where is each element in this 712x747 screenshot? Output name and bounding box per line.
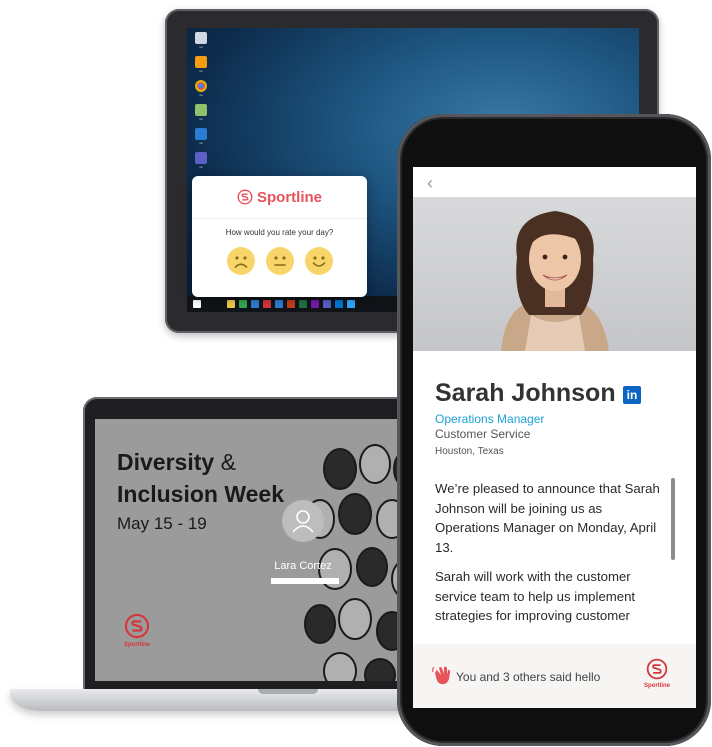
desktop-icon-edge[interactable]: ▪▪▪ — [191, 128, 211, 145]
profile-location: Houston, Texas — [435, 446, 504, 457]
taskbar-outlook-icon[interactable] — [335, 300, 343, 308]
neutral-face-icon[interactable] — [265, 247, 294, 275]
user-avatar-icon[interactable] — [282, 500, 324, 542]
laptop-sportline-logo: Sportline — [117, 613, 157, 648]
footer-logo-text: Sportline — [643, 683, 670, 689]
sportline-logo-icon — [646, 658, 668, 680]
rating-survey-popup: Sportline How would you rate your day? — [192, 176, 367, 297]
taskbar-folder-icon[interactable] — [227, 300, 235, 308]
start-icon[interactable] — [193, 300, 201, 308]
linkedin-icon[interactable]: in — [623, 386, 641, 404]
taskbar-excel-icon[interactable] — [299, 300, 307, 308]
profile-photo — [413, 197, 696, 351]
waving-hand-icon[interactable] — [431, 664, 453, 686]
taskbar-office-icon[interactable] — [263, 300, 271, 308]
laptop-notch — [258, 689, 318, 694]
laptop-logo-text: Sportline — [123, 642, 150, 648]
survey-header: Sportline — [192, 176, 367, 219]
rating-options — [192, 247, 367, 275]
password-field[interactable] — [271, 578, 339, 584]
event-title: Diversity & Inclusion Week — [117, 446, 284, 510]
footer-sportline-logo: Sportline — [638, 658, 676, 689]
sad-face-icon[interactable] — [226, 247, 255, 275]
desktop-icon-app-orange[interactable]: ▪▪▪ — [191, 56, 211, 73]
taskbar-word-icon[interactable] — [275, 300, 283, 308]
taskbar-edge-icon[interactable] — [251, 300, 259, 308]
happy-face-icon[interactable] — [304, 247, 333, 275]
event-title-part-2: Inclusion Week — [117, 481, 285, 507]
taskbar-onenote-icon[interactable] — [311, 300, 319, 308]
hello-count-text[interactable]: You and 3 others said hello — [456, 670, 600, 684]
taskbar-teams-icon[interactable] — [323, 300, 331, 308]
taskbar-powerpoint-icon[interactable] — [287, 300, 295, 308]
announcement-paragraph: We’re pleased to announce that Sarah Joh… — [435, 481, 660, 555]
survey-brand-name: Sportline — [256, 188, 322, 206]
profile-name: Sarah Johnson — [435, 379, 616, 407]
login-user-name: Lara Cortez — [274, 560, 332, 572]
sportline-logo-icon — [237, 189, 253, 205]
back-chevron-icon[interactable]: ‹ — [427, 173, 433, 194]
announcement-body: We’re pleased to announce that Sarah Joh… — [435, 479, 669, 636]
announcement-paragraph: Sarah will work with the customer servic… — [435, 569, 636, 623]
desktop-icon-recycle-bin[interactable]: ▪▪▪ — [191, 32, 211, 49]
desktop-icon-chrome[interactable]: ▪▪▪ — [191, 80, 211, 97]
event-title-ampersand: & — [220, 449, 236, 475]
scrollbar[interactable] — [671, 478, 675, 560]
survey-question: How would you rate your day? — [225, 228, 334, 237]
profile-department: Customer Service — [435, 427, 531, 441]
desktop-icon-teams[interactable]: ▪▪▪ — [191, 152, 211, 169]
desktop-icon-notepad[interactable]: ▪▪▪ — [191, 104, 211, 121]
event-title-part-1: Diversity — [117, 449, 215, 475]
sportline-logo-icon — [124, 613, 150, 639]
reaction-footer: You and 3 others said hello Sportline — [413, 644, 696, 708]
taskbar-app-icon[interactable] — [347, 300, 355, 308]
event-date: May 15 - 19 — [117, 514, 207, 533]
profile-role[interactable]: Operations Manager — [435, 412, 544, 426]
phone-screen: ‹ Sarah Johnson in Operations Manager Cu… — [413, 167, 696, 708]
taskbar-chrome-icon[interactable] — [239, 300, 247, 308]
